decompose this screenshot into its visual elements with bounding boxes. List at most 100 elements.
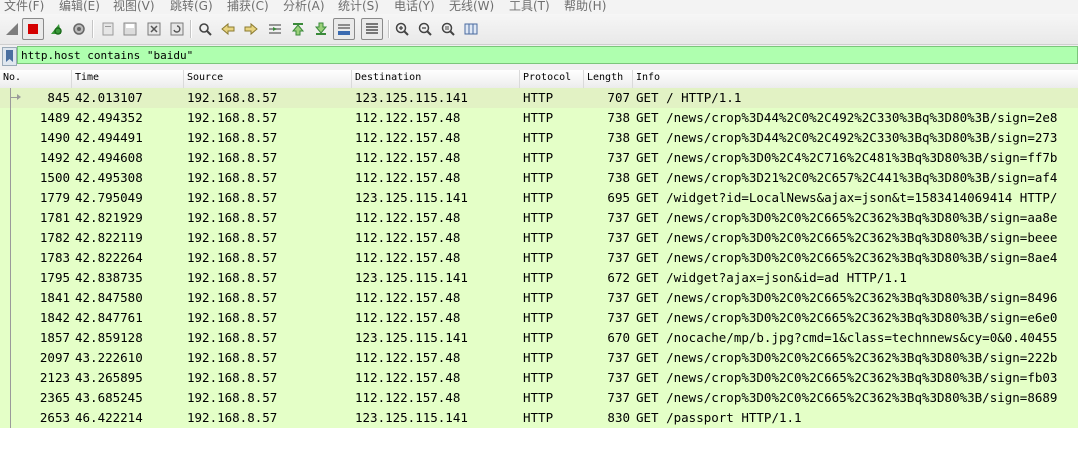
column-header-destination[interactable]: Destination [352,70,520,88]
packet-source: 192.168.8.57 [187,230,278,245]
column-header-source[interactable]: Source [184,70,352,88]
packet-row[interactable]: 1842 42.847761 192.168.8.57 112.122.157.48 H… [0,308,1078,328]
packet-row[interactable]: 1781 42.821929 192.168.8.57 112.122.157.48 H… [0,208,1078,228]
packet-info: GET /news/crop%3D0%2C0%2C665%2C362%3Bq%3… [636,210,1058,225]
packet-info: GET /nocache/mp/b.jpg?cmd=1&class=technn… [636,330,1058,345]
packet-destination: 112.122.157.48 [355,150,461,165]
packet-row[interactable]: 845 42.013107 192.168.8.57 123.125.115.141 H… [0,88,1078,108]
packet-row[interactable]: 1500 42.495308 192.168.8.57 112.122.157.48 H… [0,168,1078,188]
go-last-icon[interactable] [312,20,330,38]
packet-info: GET /news/crop%3D44%2C0%2C492%2C330%3Bq%… [636,110,1058,125]
go-first-icon[interactable] [289,20,307,38]
packet-time: 43.265895 [75,370,143,385]
packet-time: 42.494491 [75,130,143,145]
packet-row[interactable]: 2653 46.422214 192.168.8.57 123.125.115.141… [0,408,1078,428]
close-file-icon[interactable] [145,20,163,38]
packet-row[interactable]: 1857 42.859128 192.168.8.57 123.125.115.141… [0,328,1078,348]
packet-time: 42.795049 [75,190,143,205]
packet-row[interactable]: 1783 42.822264 192.168.8.57 112.122.157.48 H… [0,248,1078,268]
menu-edit[interactable]: 编辑(E) [59,0,100,14]
capture-options-icon[interactable] [70,20,88,38]
packet-protocol: HTTP [523,190,554,205]
packet-protocol: HTTP [523,330,554,345]
packet-no: 1490 [39,130,70,145]
packet-destination: 123.125.115.141 [355,190,468,205]
menu-telephony[interactable]: 电话(Y) [394,0,435,14]
packet-protocol: HTTP [523,270,554,285]
packet-time: 42.495308 [75,170,143,185]
resize-columns-icon[interactable] [462,20,480,38]
menu-help[interactable]: 帮助(H) [564,0,606,14]
packet-protocol: HTTP [523,350,554,365]
menu-wireless[interactable]: 无线(W) [449,0,494,14]
auto-scroll-icon[interactable] [333,18,355,40]
packet-info: GET /news/crop%3D0%2C0%2C665%2C362%3Bq%3… [636,390,1058,405]
packet-protocol: HTTP [523,250,554,265]
go-forward-icon[interactable] [242,20,260,38]
shark-fin-icon[interactable] [3,20,21,38]
column-header-length[interactable]: Length [584,70,633,88]
menu-analyze[interactable]: 分析(A) [283,0,325,14]
packet-destination: 123.125.115.141 [355,270,468,285]
stop-capture-icon[interactable] [22,18,44,40]
packet-row[interactable]: 1490 42.494491 192.168.8.57 112.122.157.48 H… [0,128,1078,148]
menu-tools[interactable]: 工具(T) [509,0,550,14]
reload-icon[interactable] [168,20,186,38]
find-packet-icon[interactable] [196,20,214,38]
menu-go[interactable]: 跳转(G) [170,0,213,14]
packet-row[interactable]: 2123 43.265895 192.168.8.57 112.122.157.48 H… [0,368,1078,388]
packet-row[interactable]: 1492 42.494608 192.168.8.57 112.122.157.48 H… [0,148,1078,168]
packet-row[interactable]: 1782 42.822119 192.168.8.57 112.122.157.48 H… [0,228,1078,248]
main-toolbar [0,14,1078,45]
packet-row[interactable]: 2097 43.222610 192.168.8.57 112.122.157.48 H… [0,348,1078,368]
zoom-out-icon[interactable] [416,20,434,38]
packet-source: 192.168.8.57 [187,310,278,325]
packet-row[interactable]: 2365 43.685245 192.168.8.57 112.122.157.48 H… [0,388,1078,408]
packet-source: 192.168.8.57 [187,290,278,305]
zoom-normal-icon[interactable] [439,20,457,38]
packet-info: GET /news/crop%3D0%2C0%2C665%2C362%3Bq%3… [636,230,1058,245]
menu-file[interactable]: 文件(F) [4,0,44,14]
packet-source: 192.168.8.57 [187,170,278,185]
restart-capture-icon[interactable] [47,20,65,38]
packet-row[interactable]: 1489 42.494352 192.168.8.57 112.122.157.48 H… [0,108,1078,128]
packet-destination: 112.122.157.48 [355,350,461,365]
packet-info: GET /news/crop%3D0%2C4%2C716%2C481%3Bq%3… [636,150,1058,165]
packet-destination: 112.122.157.48 [355,390,461,405]
packet-no: 845 [47,90,70,105]
packet-row[interactable]: 1795 42.838735 192.168.8.57 123.125.115.141… [0,268,1078,288]
display-filter-bar: http.host contains "baidu" [0,45,1078,68]
menu-view[interactable]: 视图(V) [113,0,155,14]
zoom-in-icon[interactable] [393,20,411,38]
packet-protocol: HTTP [523,390,554,405]
column-header-time[interactable]: Time [72,70,184,88]
packet-destination: 112.122.157.48 [355,250,461,265]
packet-length: 738 [607,110,630,125]
packet-info: GET /news/crop%3D44%2C0%2C492%2C330%3Bq%… [636,130,1058,145]
save-file-icon[interactable] [121,20,139,38]
packet-time: 42.822119 [75,230,143,245]
packet-length: 737 [607,350,630,365]
packet-length: 737 [607,210,630,225]
packet-destination: 123.125.115.141 [355,330,468,345]
open-file-icon[interactable] [99,20,117,38]
menu-statistics[interactable]: 统计(S) [338,0,379,14]
packet-no: 1783 [39,250,70,265]
display-filter-input[interactable]: http.host contains "baidu" [17,46,1078,64]
packet-row[interactable]: 1779 42.795049 192.168.8.57 123.125.115.141… [0,188,1078,208]
packet-no: 1857 [39,330,70,345]
column-header-no[interactable]: No. [0,70,72,88]
filter-bookmark-icon[interactable] [2,47,17,66]
menu-capture[interactable]: 捕获(C) [227,0,269,14]
packet-list[interactable]: 845 42.013107 192.168.8.57 123.125.115.141 H… [0,88,1078,428]
go-to-packet-icon[interactable] [266,20,284,38]
packet-destination: 112.122.157.48 [355,290,461,305]
packet-row[interactable]: 1841 42.847580 192.168.8.57 112.122.157.48 H… [0,288,1078,308]
column-header-info[interactable]: Info [633,70,1078,88]
go-back-icon[interactable] [219,20,237,38]
packet-info: GET /news/crop%3D0%2C0%2C665%2C362%3Bq%3… [636,370,1058,385]
packet-source: 192.168.8.57 [187,210,278,225]
column-header-protocol[interactable]: Protocol [520,70,584,88]
colorize-icon[interactable] [361,18,383,40]
packet-time: 42.821929 [75,210,143,225]
